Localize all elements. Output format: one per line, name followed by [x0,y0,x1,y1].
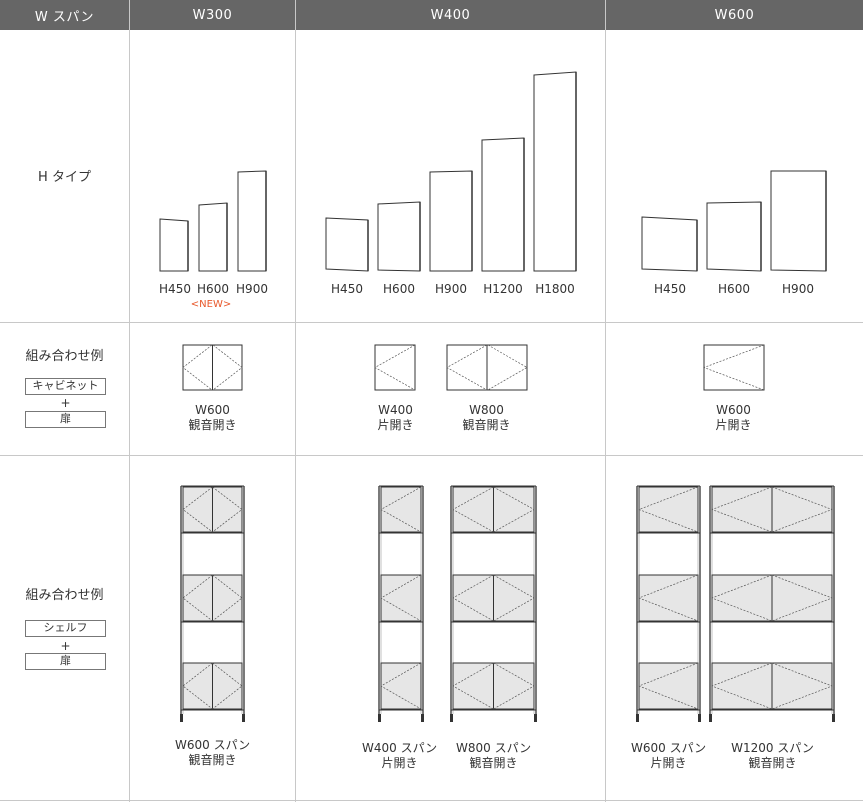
shelf-w400a-size: W400 スパン [362,741,438,755]
shelf-w600a-foot [698,714,701,722]
shelf-w600b-size: W1200 スパン [731,741,814,755]
shelf-w600a-size: W600 スパン [631,741,707,755]
shelf-w600a-door [638,574,699,622]
shelf-w600b-foot [832,714,835,722]
shelf-w400a-door [380,486,422,533]
shelf-w400a-foot [378,714,381,722]
shelf-w600a-door [638,662,699,710]
shelf-w400b-door: 観音開き [469,756,518,770]
shelf-w600b-door: 観音開き [748,756,797,770]
shelf-w300-size: W600 スパン [175,738,251,752]
shelf-w300-door: 観音開き [188,753,237,767]
spec-table: W スパン W300 W400 W600 H タイプ H450 H600 H90… [0,0,863,802]
shelf-w400b-size: W800 スパン [456,741,532,755]
shelf-w400a-foot [421,714,424,722]
shelf-w600a-door [638,486,699,533]
shelf-w400a-door [380,662,422,710]
shelf-w300-foot [242,714,245,722]
shelf-w400b-foot [534,714,537,722]
shelf-w600a-door: 片開き [650,756,687,770]
shelf-diagrams [180,485,835,722]
shelf-w400a-door [380,574,422,622]
shelf-w600a-foot [636,714,639,722]
shelf-w600b-foot [709,714,712,722]
shelf-w300-foot [180,714,183,722]
shelf-w400b-foot [450,714,453,722]
shelf-w400a-door: 片開き [381,756,418,770]
